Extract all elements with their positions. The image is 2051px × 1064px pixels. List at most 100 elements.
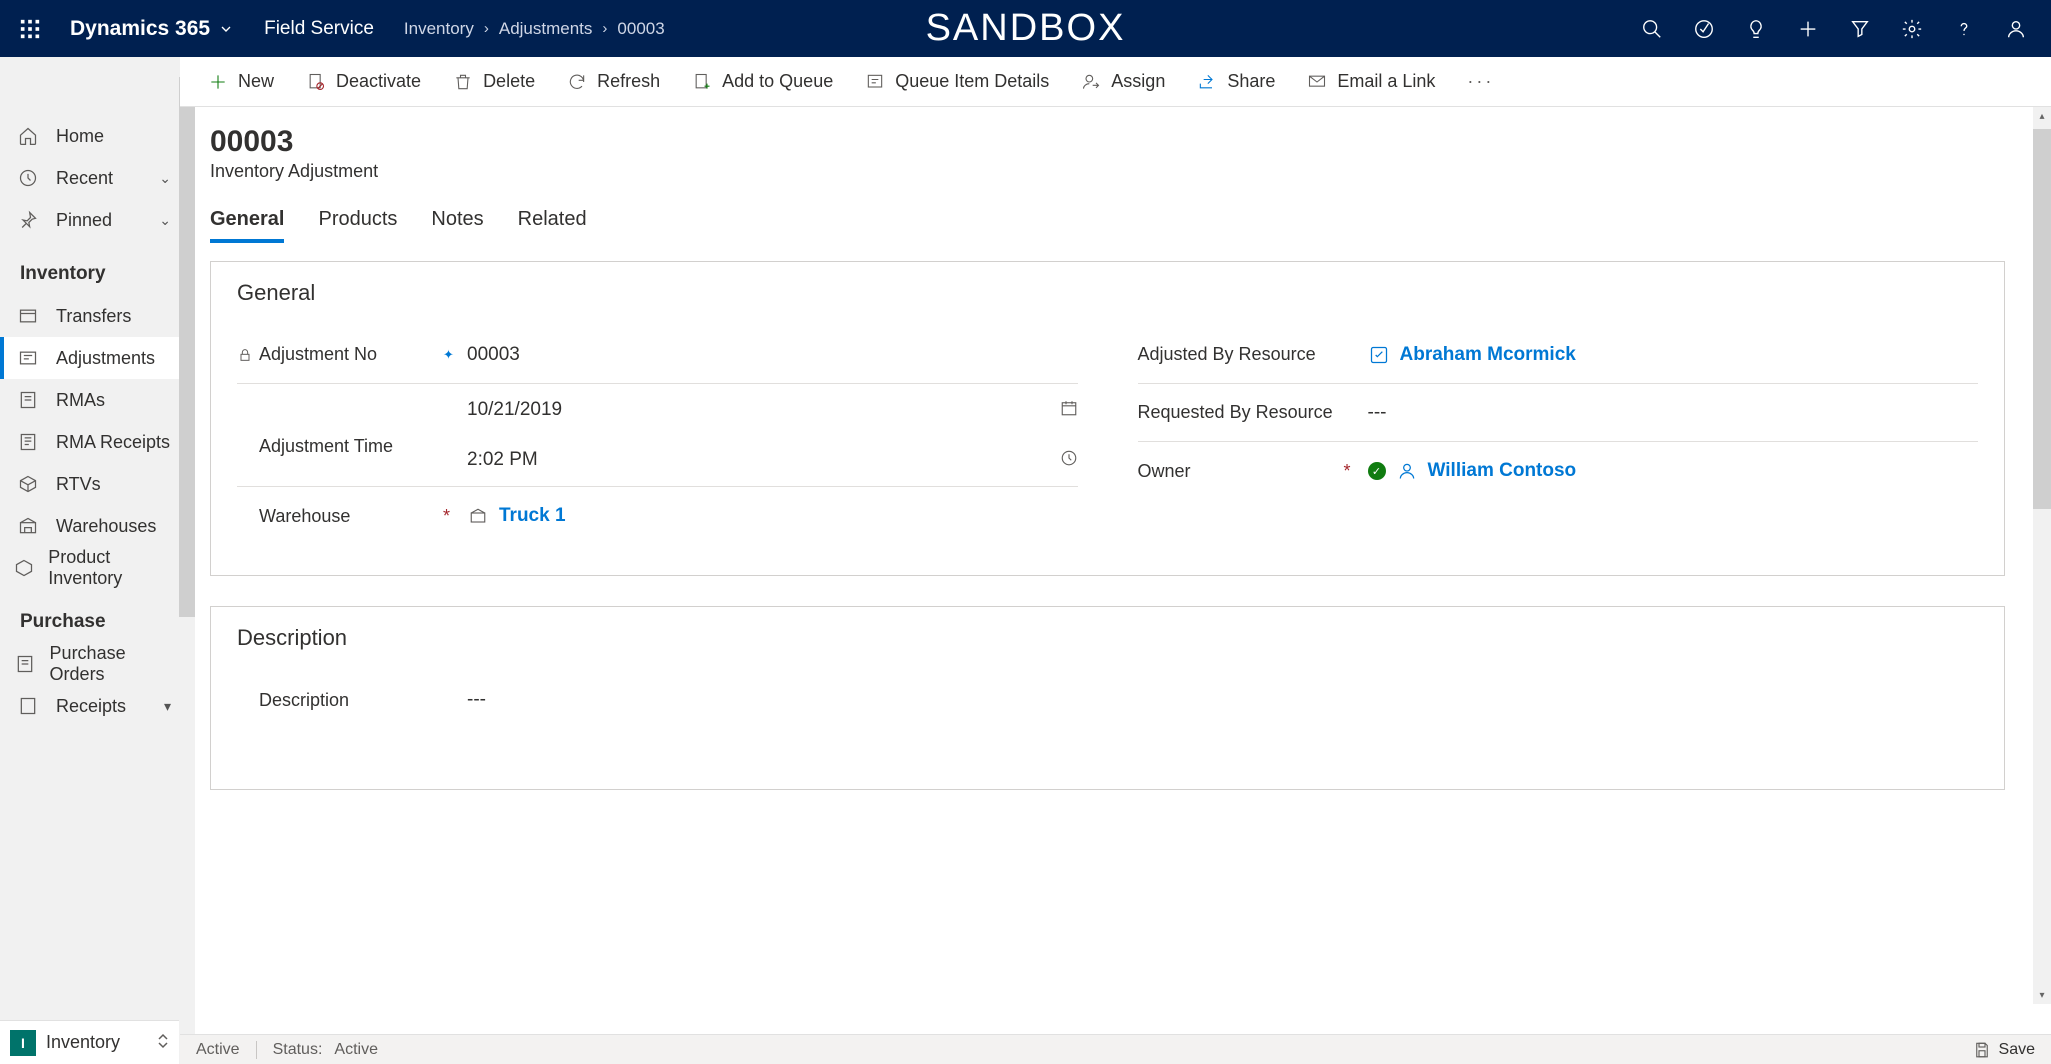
sidebar-item-receipts[interactable]: Receipts ▾ [0, 685, 179, 727]
status-label: Status: [273, 1041, 323, 1059]
field-adjustment-no[interactable]: Adjustment No ✦ 00003 [237, 326, 1078, 384]
cmd-queue-item-details[interactable]: Queue Item Details [851, 62, 1063, 102]
cmd-label: Add to Queue [722, 71, 833, 92]
receipt2-icon [18, 696, 38, 716]
sidebar-item-recent[interactable]: Recent ⌄ [0, 157, 179, 199]
section-description: Description Description --- [210, 606, 2005, 790]
app-launcher-button[interactable] [10, 9, 50, 49]
sidebar: Home Recent ⌄ Pinned ⌄ Inventory Transfe… [0, 57, 180, 1064]
clock-icon [18, 168, 38, 188]
cmd-new[interactable]: New [194, 62, 288, 102]
field-requested-by-resource[interactable]: Requested By Resource --- [1138, 384, 1979, 442]
area-badge: I [10, 1030, 36, 1056]
queue-details-icon [865, 72, 885, 92]
sidebar-item-label: Adjustments [56, 348, 155, 369]
brand-label[interactable]: Dynamics 365 [70, 17, 210, 41]
scroll-up-icon: ▴ [2033, 107, 2051, 125]
caret-down-icon: ▾ [164, 698, 171, 715]
sidebar-item-adjustments[interactable]: Adjustments [0, 337, 179, 379]
environment-label: SANDBOX [926, 7, 1126, 50]
field-adjusted-by-resource[interactable]: Adjusted By Resource Abraham Mcormick [1138, 326, 1979, 384]
advanced-find-button[interactable] [1835, 4, 1885, 54]
field-adjustment-time[interactable]: Adjustment Time 10/21/2019 2:02 PM [237, 384, 1078, 487]
sidebar-item-transfers[interactable]: Transfers [0, 295, 179, 337]
sidebar-item-rma-receipts[interactable]: RMA Receipts [0, 421, 179, 463]
cmd-overflow[interactable]: ··· [1457, 71, 1504, 92]
help-button[interactable] [1939, 4, 1989, 54]
app-name-label[interactable]: Field Service [264, 18, 374, 40]
share-icon [1197, 72, 1217, 92]
save-button[interactable]: Save [1973, 1041, 2035, 1059]
owner-link[interactable]: William Contoso [1428, 460, 1577, 482]
save-icon [1973, 1041, 1991, 1059]
required-marker: * [443, 506, 457, 527]
field-warehouse[interactable]: Warehouse * Truck 1 [237, 487, 1078, 545]
cmd-email-a-link[interactable]: Email a Link [1293, 62, 1449, 102]
quick-create-button[interactable] [1783, 4, 1833, 54]
sidebar-item-product-inventory[interactable]: Product Inventory [0, 547, 179, 589]
task-flow-button[interactable] [1679, 4, 1729, 54]
tab-products[interactable]: Products [318, 208, 397, 243]
cmd-label: Refresh [597, 71, 660, 92]
deactivate-icon [306, 72, 326, 92]
field-description[interactable]: Description --- [237, 671, 817, 729]
content-scrollbar[interactable]: ▴ ▾ [2033, 107, 2051, 1004]
field-value: --- [1368, 402, 1387, 424]
warehouse-link[interactable]: Truck 1 [499, 505, 566, 527]
cmd-delete[interactable]: Delete [439, 62, 549, 102]
top-actions [1627, 4, 2041, 54]
breadcrumb-item-record[interactable]: 00003 [617, 19, 664, 39]
sidebar-item-warehouses[interactable]: Warehouses [0, 505, 179, 547]
sidebar-item-purchase-orders[interactable]: Purchase Orders [0, 643, 179, 685]
settings-button[interactable] [1887, 4, 1937, 54]
section-general: General Adjustment No ✦ 00003 [210, 261, 2005, 576]
tab-related[interactable]: Related [518, 208, 587, 243]
product-inventory-icon [14, 558, 34, 578]
area-picker[interactable]: I Inventory [0, 1020, 179, 1064]
cmd-add-to-queue[interactable]: Add to Queue [678, 62, 847, 102]
adjusted-by-link[interactable]: Abraham Mcormick [1400, 344, 1576, 366]
sidebar-item-pinned[interactable]: Pinned ⌄ [0, 199, 179, 241]
search-button[interactable] [1627, 4, 1677, 54]
tab-notes[interactable]: Notes [431, 208, 483, 243]
assign-icon [1081, 72, 1101, 92]
cmd-label: Queue Item Details [895, 71, 1049, 92]
sidebar-item-label: Warehouses [56, 516, 156, 537]
task-icon [1693, 18, 1715, 40]
calendar-icon[interactable] [1060, 399, 1078, 422]
sidebar-item-rmas[interactable]: RMAs [0, 379, 179, 421]
person-icon [2005, 18, 2027, 40]
field-owner[interactable]: Owner * William Contoso [1138, 442, 1979, 500]
breadcrumb-sep: › [602, 20, 607, 37]
assistant-button[interactable] [1731, 4, 1781, 54]
scroll-thumb[interactable] [2033, 129, 2051, 509]
required-marker: * [1344, 461, 1358, 482]
brand-chevron-button[interactable] [218, 21, 234, 37]
clock-icon[interactable] [1060, 449, 1078, 472]
record-tabs: General Products Notes Related [210, 208, 2005, 243]
field-value: --- [467, 689, 486, 711]
content-area: 00003 Inventory Adjustment General Produ… [180, 107, 2051, 1034]
cmd-deactivate[interactable]: Deactivate [292, 62, 435, 102]
lock-icon [237, 347, 253, 363]
main-area: New Deactivate Delete Refresh Add to Que… [180, 57, 2051, 1064]
cmd-label: Email a Link [1337, 71, 1435, 92]
command-bar: New Deactivate Delete Refresh Add to Que… [180, 57, 2051, 107]
breadcrumb: Inventory › Adjustments › 00003 [404, 19, 665, 39]
breadcrumb-sep: › [484, 20, 489, 37]
transfer-icon [18, 306, 38, 326]
breadcrumb-item-adjustments[interactable]: Adjustments [499, 19, 593, 39]
cmd-assign[interactable]: Assign [1067, 62, 1179, 102]
save-label: Save [1999, 1041, 2035, 1059]
sidebar-item-label: Pinned [56, 210, 112, 231]
user-menu-button[interactable] [1991, 4, 2041, 54]
record-subtitle: Inventory Adjustment [210, 161, 2005, 182]
cmd-share[interactable]: Share [1183, 62, 1289, 102]
sidebar-item-rtvs[interactable]: RTVs [0, 463, 179, 505]
field-label: Description [259, 690, 349, 711]
cmd-refresh[interactable]: Refresh [553, 62, 674, 102]
breadcrumb-item-inventory[interactable]: Inventory [404, 19, 474, 39]
sidebar-item-home[interactable]: Home [0, 115, 179, 157]
area-label: Inventory [46, 1032, 120, 1053]
tab-general[interactable]: General [210, 208, 284, 243]
